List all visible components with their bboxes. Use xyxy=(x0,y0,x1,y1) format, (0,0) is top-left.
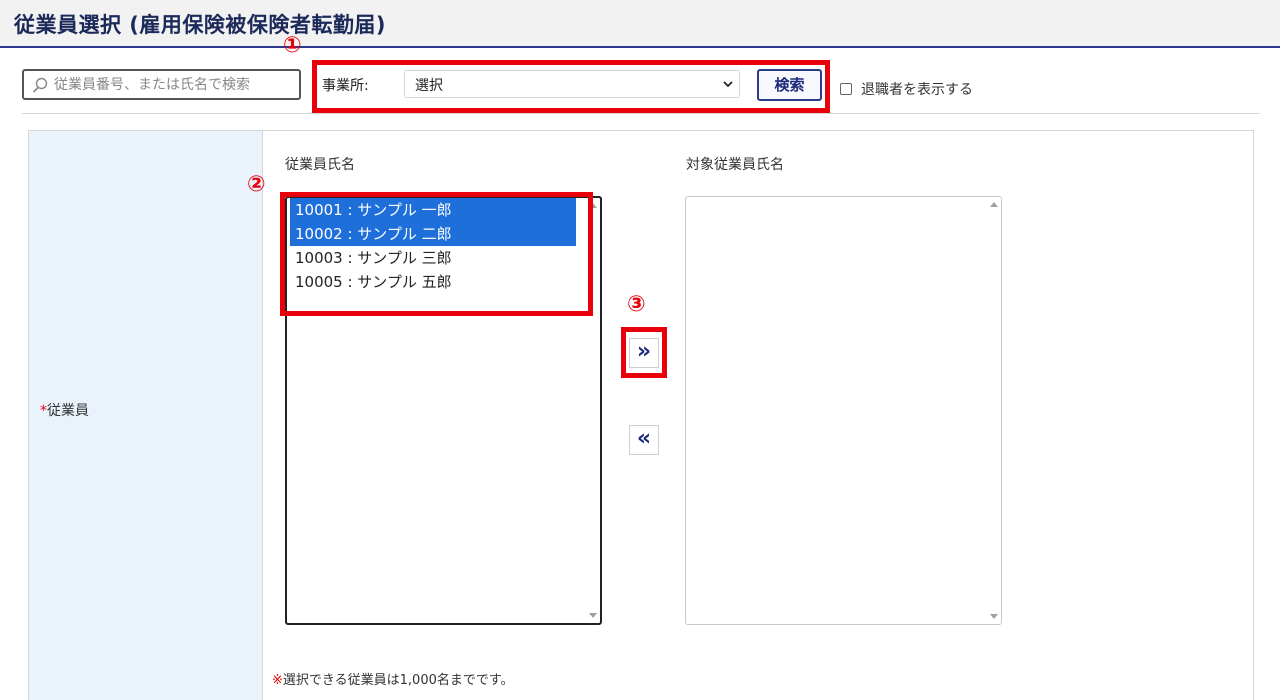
annotation-marker-3: ③ xyxy=(627,292,646,317)
page-title: 従業員選択 (雇用保険被保険者転勤届) xyxy=(14,13,387,37)
page-header: 従業員選択 (雇用保険被保険者転勤届) xyxy=(0,0,1280,48)
scroll-down-icon[interactable] xyxy=(990,614,998,619)
show-retired-checkbox[interactable] xyxy=(840,83,852,95)
annotation-marker-1: ① xyxy=(283,33,302,58)
chevron-down-icon xyxy=(723,81,733,88)
required-mark: * xyxy=(40,403,47,419)
selection-limit-note: ※選択できる従業員は1,000名までです。 xyxy=(272,669,514,688)
employee-target-list[interactable] xyxy=(685,196,1002,625)
add-to-target-button[interactable]: » xyxy=(629,338,659,368)
show-retired-toggle[interactable]: 退職者を表示する xyxy=(840,79,973,99)
office-label: 事業所: xyxy=(322,78,369,94)
note-text: 選択できる従業員は1,000名までです。 xyxy=(282,673,514,688)
employee-search-box[interactable] xyxy=(22,69,301,100)
annotation-marker-2: ② xyxy=(247,172,266,197)
employee-search-input[interactable] xyxy=(54,74,294,96)
scroll-down-icon[interactable] xyxy=(589,613,597,618)
divider xyxy=(22,113,1260,114)
source-list-title: 従業員氏名 xyxy=(285,157,355,173)
highlight-box-employees xyxy=(280,192,593,316)
employee-selection-panel xyxy=(28,130,1254,700)
target-list-scrollbar[interactable] xyxy=(987,197,1001,624)
search-icon xyxy=(32,77,48,93)
show-retired-label: 退職者を表示する xyxy=(861,82,973,98)
target-list-title: 対象従業員氏名 xyxy=(686,157,784,173)
scroll-up-icon[interactable] xyxy=(990,202,998,207)
office-select[interactable]: 選択 xyxy=(404,70,740,98)
note-mark: ※ xyxy=(272,673,283,688)
search-button[interactable]: 検索 xyxy=(757,69,822,101)
remove-from-target-button[interactable]: « xyxy=(629,425,659,455)
employee-field-label: *従業員 xyxy=(40,400,89,420)
office-select-value: 選択 xyxy=(415,78,443,94)
employee-field-label-text: 従業員 xyxy=(47,403,89,419)
